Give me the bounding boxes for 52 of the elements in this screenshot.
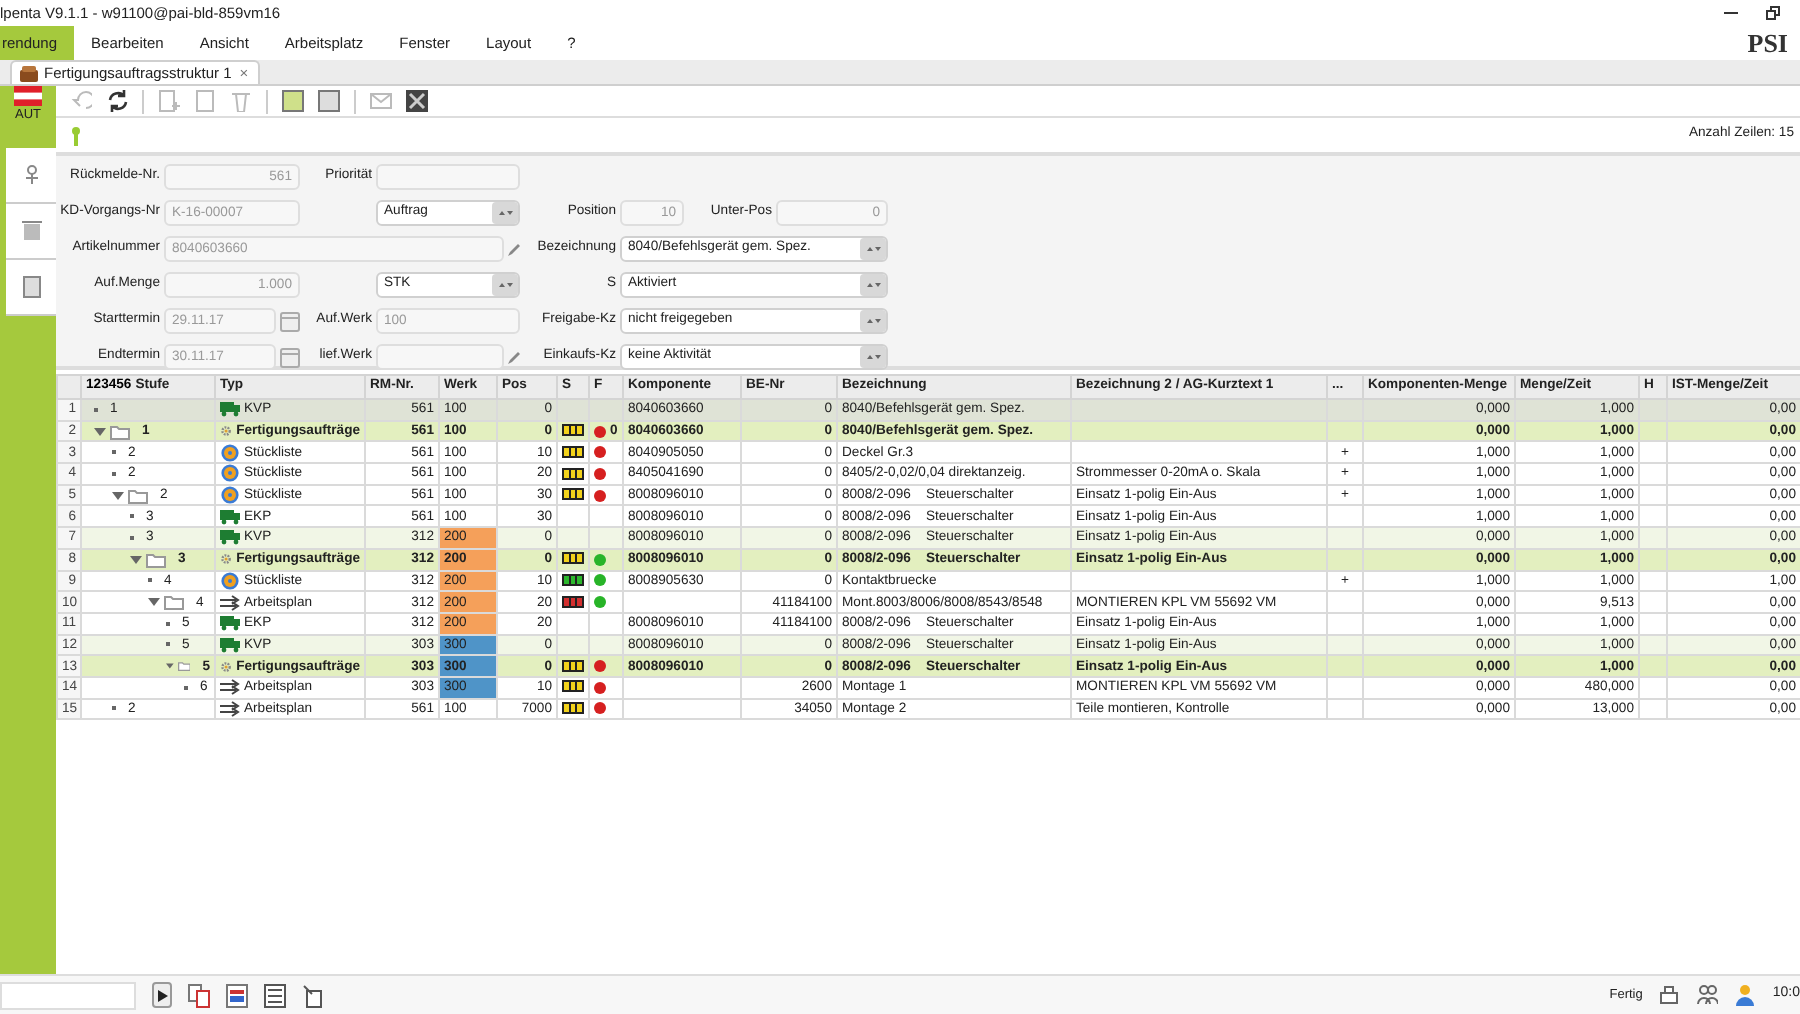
trash-icon[interactable] — [230, 90, 252, 112]
document-icon[interactable] — [194, 90, 216, 112]
square-icon[interactable] — [282, 90, 304, 112]
minimize-icon[interactable] — [1724, 6, 1738, 20]
caret-icon[interactable] — [130, 553, 142, 566]
export-icon[interactable] — [302, 983, 324, 1007]
printer-icon[interactable] — [1658, 983, 1681, 1007]
arrows-icon — [220, 700, 240, 718]
arrows-icon — [220, 678, 240, 697]
disc-icon — [220, 465, 240, 483]
pencil-icon[interactable] — [508, 351, 520, 363]
user-icon[interactable] — [1734, 983, 1757, 1007]
disc-icon — [220, 571, 240, 590]
calendar-icon[interactable] — [280, 310, 300, 332]
caret-icon[interactable] — [148, 596, 160, 609]
caret-icon[interactable] — [112, 489, 124, 502]
logo: PSI — [1747, 27, 1790, 59]
mail-icon[interactable] — [370, 90, 392, 112]
gear-icon — [220, 657, 233, 675]
truck-icon — [220, 529, 240, 547]
users-icon[interactable] — [1696, 983, 1719, 1007]
undo-icon[interactable] — [70, 90, 92, 112]
key-icon[interactable] — [70, 125, 82, 145]
list-icon[interactable] — [264, 983, 286, 1007]
close-box-icon[interactable] — [406, 90, 428, 112]
truck-icon — [220, 636, 240, 654]
document-icon — [21, 275, 41, 298]
truck-icon — [220, 614, 240, 633]
truck-icon — [220, 507, 240, 526]
pencil-icon[interactable] — [508, 243, 520, 255]
gear-icon — [220, 422, 233, 440]
box-icon — [20, 65, 38, 81]
folder-icon — [164, 594, 184, 611]
play-icon — [157, 989, 167, 1001]
disc-icon — [220, 443, 240, 462]
arrows-icon — [220, 593, 240, 611]
flag-icon — [14, 86, 42, 106]
refresh-icon[interactable] — [106, 90, 128, 112]
folder-icon — [128, 487, 148, 504]
play-button[interactable] — [152, 982, 172, 1008]
restore-icon[interactable] — [1766, 6, 1780, 20]
caret-icon[interactable] — [94, 425, 106, 438]
square-icon[interactable] — [318, 90, 340, 112]
truck-icon — [220, 400, 240, 419]
calendar-icon[interactable] — [280, 346, 300, 368]
new-document-icon[interactable] — [158, 90, 180, 112]
command-field[interactable] — [0, 981, 136, 1009]
copy-icon[interactable] — [188, 983, 210, 1007]
gear-icon — [220, 550, 233, 569]
disc-icon — [220, 486, 240, 504]
report-icon[interactable] — [226, 983, 248, 1007]
folder-icon — [177, 658, 191, 675]
